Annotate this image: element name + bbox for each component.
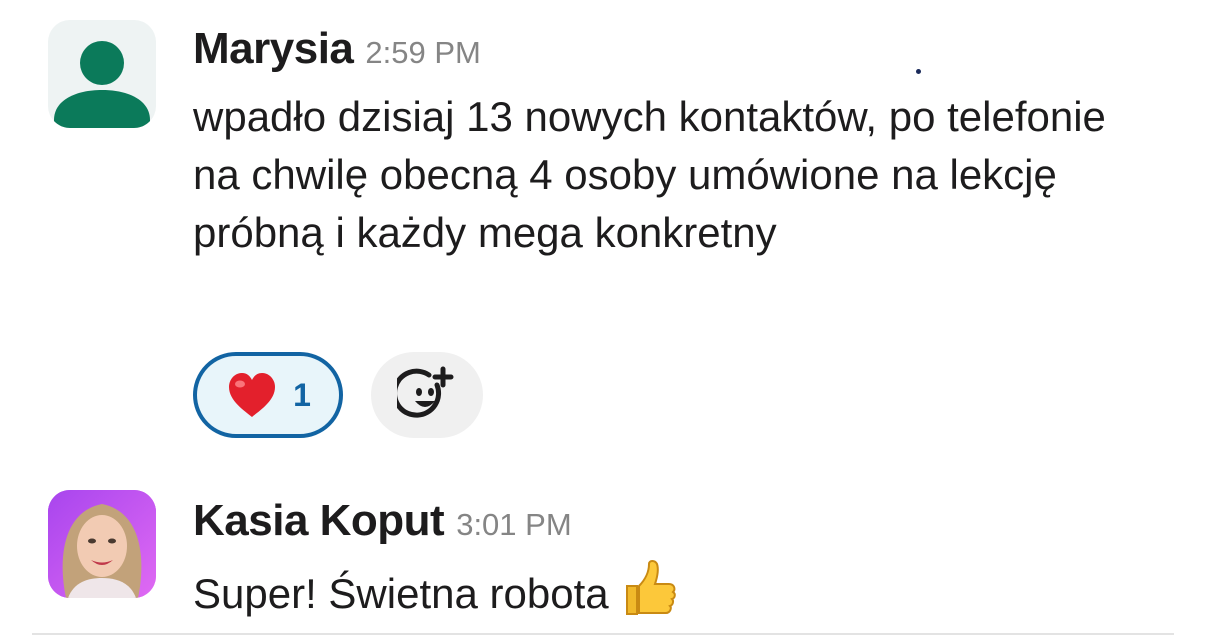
avatar[interactable] — [48, 490, 156, 598]
add-reaction-button[interactable] — [371, 352, 483, 438]
message-header: Marysia 2:59 PM — [193, 24, 481, 74]
reaction-count: 1 — [293, 376, 311, 413]
author-name[interactable]: Kasia Koput — [193, 496, 445, 546]
message-marysia: Marysia 2:59 PM wpadło dzisiaj 13 nowych… — [0, 0, 1206, 470]
reactions-bar: 1 — [193, 352, 483, 438]
divider — [32, 633, 1174, 635]
cursor-dot — [916, 69, 921, 74]
message-text-row: Super! Świetna robota — [193, 558, 1153, 633]
thumbs-up-icon — [617, 558, 677, 633]
heart-icon — [229, 373, 276, 417]
message-text: Super! Świetna robota — [193, 570, 609, 617]
message-kasia: Kasia Koput 3:01 PM Super! Świetna robot… — [0, 470, 1206, 630]
message-timestamp[interactable]: 3:01 PM — [456, 507, 571, 543]
message-header: Kasia Koput 3:01 PM — [193, 496, 572, 546]
avatar[interactable] — [48, 20, 156, 128]
author-name[interactable]: Marysia — [193, 24, 354, 74]
user-photo — [48, 490, 156, 598]
heart-reaction-button[interactable]: 1 — [193, 352, 343, 438]
message-timestamp[interactable]: 2:59 PM — [365, 35, 480, 71]
default-user-icon — [54, 41, 150, 128]
add-reaction-icon — [397, 366, 454, 418]
message-text: wpadło dzisiaj 13 nowych kontaktów, po t… — [193, 93, 1106, 256]
